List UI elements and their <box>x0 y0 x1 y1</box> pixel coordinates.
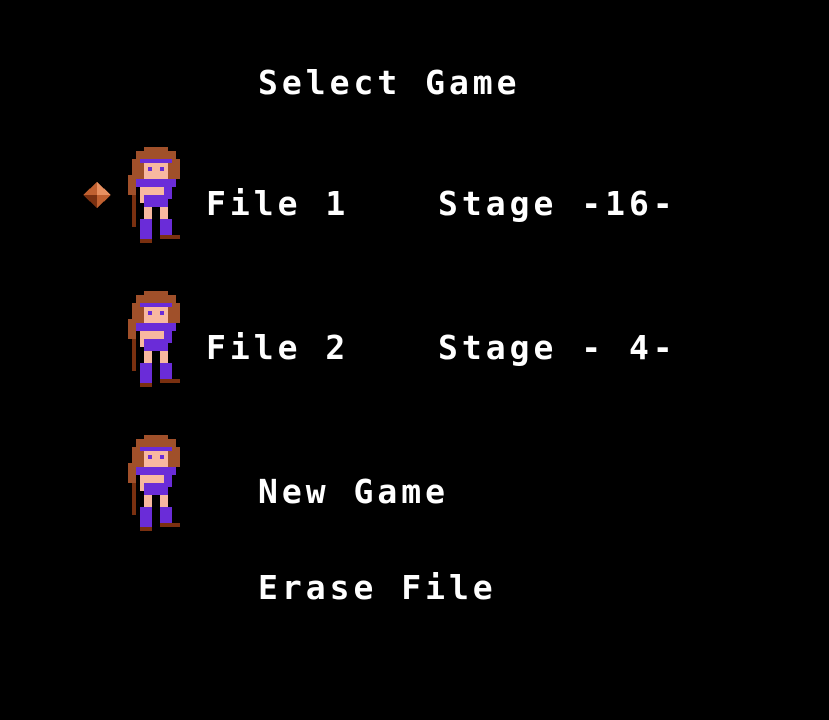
page-title: Select Game <box>258 63 521 102</box>
selection-cursor-icon <box>83 182 111 208</box>
heroine-sprite-icon[interactable] <box>128 434 184 532</box>
erase-file-option[interactable]: Erase File <box>258 571 497 604</box>
file-2-label[interactable]: File 2 <box>206 331 349 364</box>
file-1-stage: Stage -16- <box>438 184 677 223</box>
heroine-sprite-icon[interactable] <box>128 146 184 244</box>
file-1-label[interactable]: File 1 <box>206 187 349 220</box>
new-game-option[interactable]: New Game <box>258 475 449 508</box>
file-2-stage: Stage - 4- <box>438 328 677 367</box>
heroine-sprite-icon[interactable] <box>128 290 184 388</box>
